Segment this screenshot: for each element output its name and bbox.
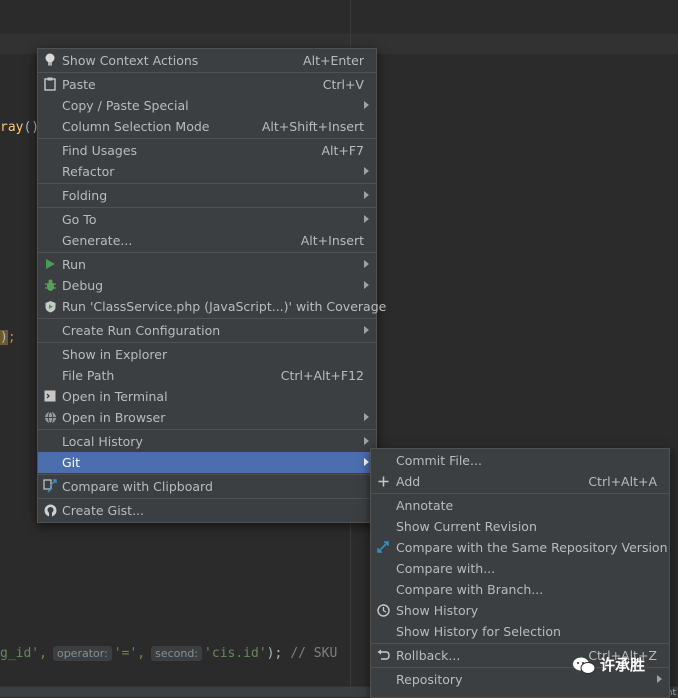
menu-item-show-context-actions[interactable]: Show Context Actions Alt+Enter: [38, 50, 376, 71]
menu-separator: [38, 498, 376, 499]
editor-top-area: [0, 0, 678, 34]
git-item-compare-with[interactable]: Compare with...: [371, 558, 669, 579]
git-item-show-current-revision[interactable]: Show Current Revision: [371, 516, 669, 537]
code-punct: );: [266, 645, 283, 661]
menu-item-git[interactable]: Git: [38, 452, 376, 473]
menu-separator: [38, 72, 376, 73]
menu-separator: [371, 493, 669, 494]
submenu-arrow-icon: [364, 191, 369, 199]
menu-item-create-gist[interactable]: Create Gist...: [38, 500, 376, 521]
git-item-show-history[interactable]: Show History: [371, 600, 669, 621]
code-string: g_id',: [0, 645, 47, 661]
menu-item-compare-with-clipboard[interactable]: Compare with Clipboard: [38, 476, 376, 497]
submenu-arrow-icon: [364, 326, 369, 334]
submenu-arrow-icon: [364, 215, 369, 223]
menu-separator: [38, 342, 376, 343]
globe-icon: [42, 409, 58, 425]
watermark: 许承胜: [572, 654, 645, 675]
menu-item-go-to[interactable]: Go To: [38, 209, 376, 230]
run-icon: [42, 256, 58, 272]
code-string: '=',: [113, 645, 146, 661]
git-item-annotate[interactable]: Annotate: [371, 495, 669, 516]
rollback-icon: [375, 647, 391, 663]
menu-item-file-path[interactable]: File Path Ctrl+Alt+F12: [38, 365, 376, 386]
menu-item-refactor[interactable]: Refactor: [38, 161, 376, 182]
param-hint-second: second:: [151, 645, 203, 661]
menu-separator: [38, 138, 376, 139]
menu-item-run[interactable]: Run: [38, 254, 376, 275]
submenu-arrow-icon: [364, 413, 369, 421]
lightbulb-icon: [42, 52, 58, 68]
menu-item-open-in-browser[interactable]: Open in Browser: [38, 407, 376, 428]
github-icon: [42, 502, 58, 518]
menu-item-local-history[interactable]: Local History: [38, 431, 376, 452]
submenu-arrow-icon: [364, 281, 369, 289]
editor-context-menu: Show Context Actions Alt+Enter Paste Ctr…: [37, 48, 386, 523]
git-item-compare-with-branch[interactable]: Compare with Branch...: [371, 579, 669, 600]
compare-icon: [375, 539, 391, 555]
submenu-arrow-icon: [364, 437, 369, 445]
menu-separator: [38, 318, 376, 319]
menu-separator: [38, 207, 376, 208]
menu-item-debug[interactable]: Debug: [38, 275, 376, 296]
submenu-arrow-icon: [364, 458, 369, 466]
menu-separator: [371, 643, 669, 644]
wechat-icon: [572, 656, 596, 674]
git-item-compare-same-repo-version[interactable]: Compare with the Same Repository Version: [371, 537, 669, 558]
terminal-icon: [42, 388, 58, 404]
debug-icon: [42, 277, 58, 293]
menu-item-show-in-explorer[interactable]: Show in Explorer: [38, 344, 376, 365]
coverage-icon: [42, 298, 58, 314]
code-fragment-top: ray(): [0, 120, 40, 135]
menu-item-open-in-terminal[interactable]: Open in Terminal: [38, 386, 376, 407]
compare-icon: [42, 478, 58, 494]
menu-item-create-run-configuration[interactable]: Create Run Configuration: [38, 320, 376, 341]
clipboard-icon: [42, 76, 58, 92]
submenu-arrow-icon: [657, 675, 662, 683]
submenu-arrow-icon: [364, 101, 369, 109]
watermark-text: 许承胜: [600, 656, 646, 674]
plus-icon: [375, 473, 391, 489]
submenu-arrow-icon: [364, 167, 369, 175]
menu-item-run-with-coverage[interactable]: Run 'ClassService.php (JavaScript...)' w…: [38, 296, 386, 317]
menu-item-paste[interactable]: Paste Ctrl+V: [38, 74, 376, 95]
submenu-arrow-icon: [364, 260, 369, 268]
code-comment: // SKU: [290, 645, 338, 661]
menu-item-copy-paste-special[interactable]: Copy / Paste Special: [38, 95, 376, 116]
code-string: 'cis.id': [204, 645, 267, 661]
menu-separator: [38, 474, 376, 475]
menu-separator: [38, 183, 376, 184]
git-item-commit-file[interactable]: Commit File...: [371, 450, 669, 471]
param-hint-operator: operator:: [52, 645, 112, 661]
code-fragment-mid: );: [0, 330, 16, 345]
clock-icon: [375, 602, 391, 618]
menu-item-generate[interactable]: Generate... Alt+Insert: [38, 230, 376, 251]
menu-item-folding[interactable]: Folding: [38, 185, 376, 206]
menu-separator: [38, 252, 376, 253]
menu-item-column-selection-mode[interactable]: Column Selection Mode Alt+Shift+Insert: [38, 116, 376, 137]
git-item-add[interactable]: Add Ctrl+Alt+A: [371, 471, 669, 492]
menu-separator: [38, 429, 376, 430]
menu-item-find-usages[interactable]: Find Usages Alt+F7: [38, 140, 376, 161]
git-item-show-history-for-selection[interactable]: Show History for Selection: [371, 621, 669, 642]
